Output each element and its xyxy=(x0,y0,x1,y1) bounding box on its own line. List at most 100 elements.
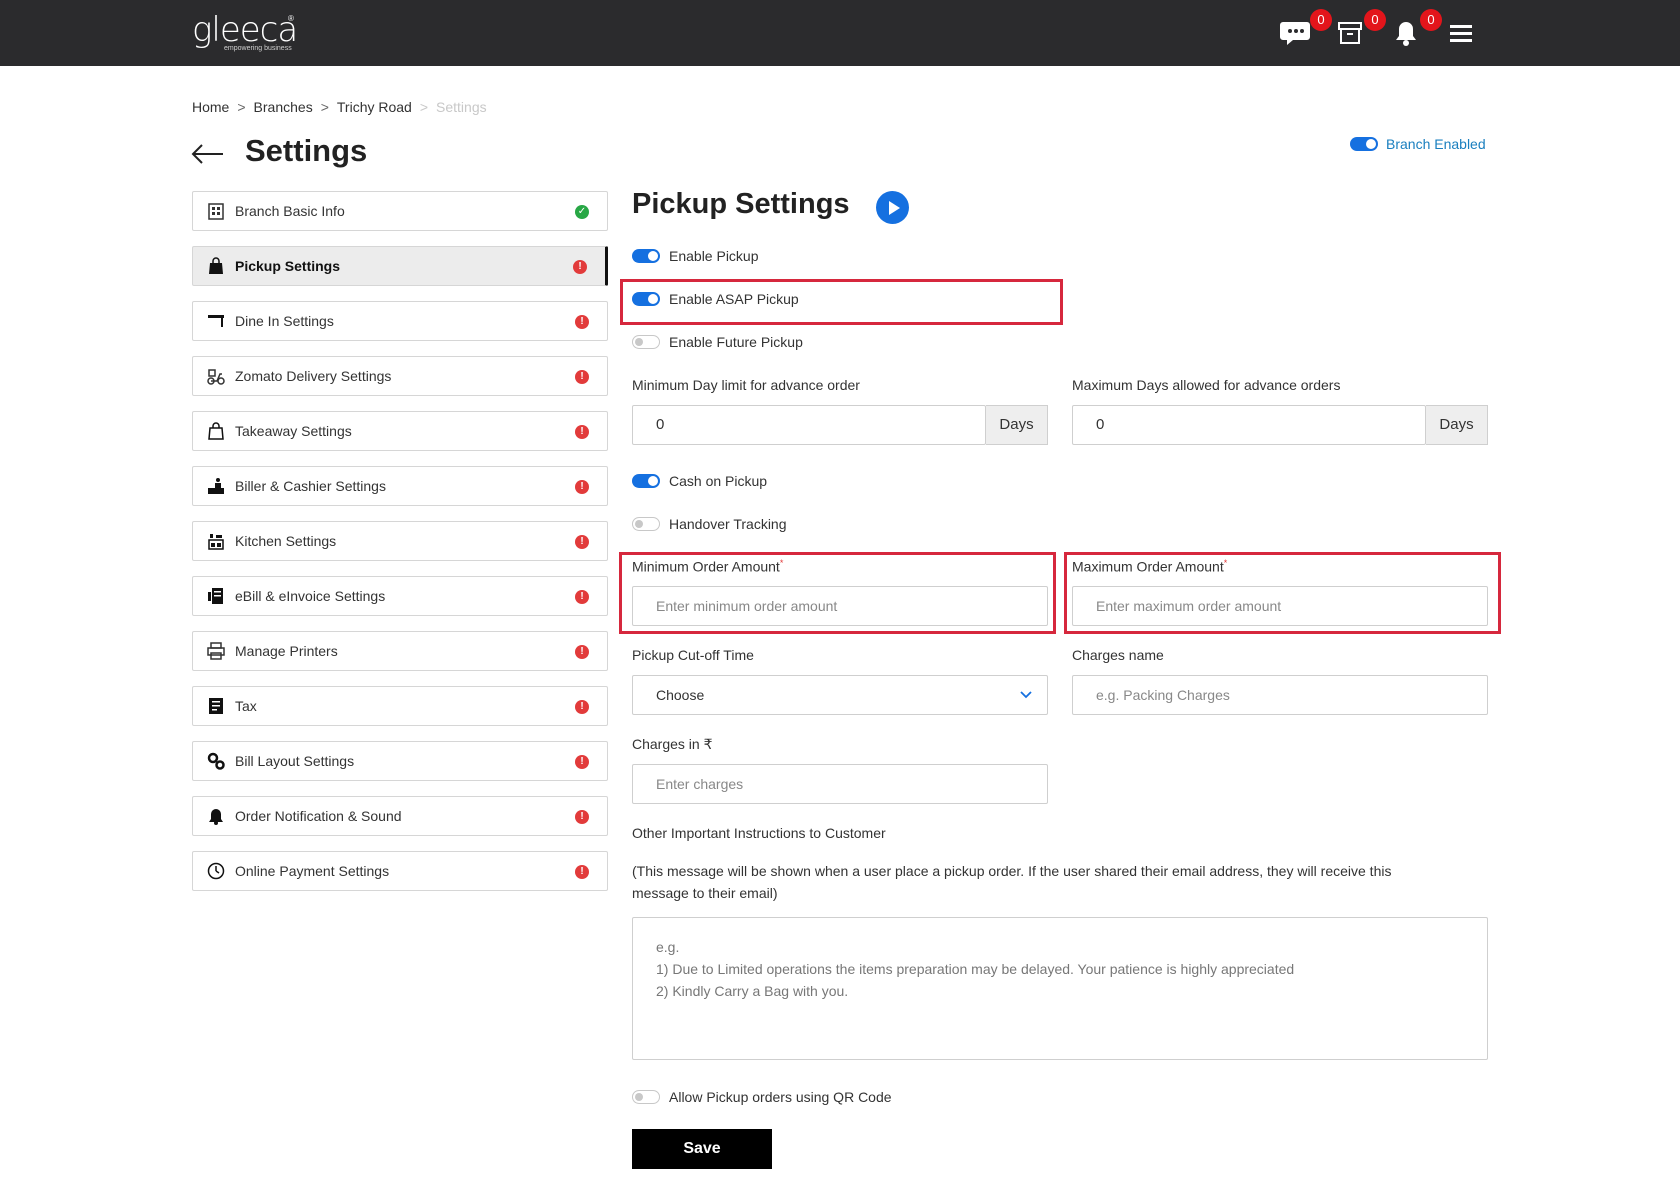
instructions-help-text: (This message will be shown when a user … xyxy=(632,863,1392,901)
gleeca-logo[interactable]: gleeca ® empowering business xyxy=(192,10,298,52)
max-days-label: Maximum Days allowed for advance orders xyxy=(1072,377,1341,393)
settings-sidebar: Branch Basic Info ✓ Pickup Settings ! Di… xyxy=(192,191,608,906)
min-order-label: Minimum Order Amount* xyxy=(632,558,783,575)
charges-name-input[interactable]: e.g. Packing Charges xyxy=(1072,675,1488,715)
breadcrumb-current: Settings xyxy=(436,99,487,115)
logo-text: gleeca xyxy=(192,10,298,50)
save-button[interactable]: Save xyxy=(632,1129,772,1169)
sidebar-item-biller-cashier-settings[interactable]: Biller & Cashier Settings ! xyxy=(192,466,608,506)
alarm-bell-icon xyxy=(207,807,225,825)
sidebar-item-label: Zomato Delivery Settings xyxy=(235,368,392,384)
charges-label: Charges in ₹ xyxy=(632,736,713,752)
printer-icon xyxy=(207,642,225,660)
back-arrow-icon[interactable] xyxy=(190,140,226,168)
status-warning-icon: ! xyxy=(575,810,589,824)
sidebar-item-takeaway-settings[interactable]: Takeaway Settings ! xyxy=(192,411,608,451)
sidebar-item-zomato-delivery-settings[interactable]: Zomato Delivery Settings ! xyxy=(192,356,608,396)
sidebar-item-order-notification-sound[interactable]: Order Notification & Sound ! xyxy=(192,796,608,836)
max-order-label: Maximum Order Amount* xyxy=(1072,558,1227,575)
instructions-textarea[interactable]: e.g. 1) Due to Limited operations the it… xyxy=(632,917,1488,1060)
branch-enabled-toggle[interactable]: Branch Enabled xyxy=(1350,136,1486,152)
sidebar-item-label: Tax xyxy=(235,698,257,714)
status-warning-icon: ! xyxy=(575,480,589,494)
charges-name-label: Charges name xyxy=(1072,647,1164,663)
cutoff-value: Choose xyxy=(656,687,705,703)
status-warning-icon: ! xyxy=(575,315,589,329)
bell-icon[interactable]: 0 xyxy=(1390,9,1442,48)
messages-badge: 0 xyxy=(1310,9,1332,31)
sidebar-item-tax[interactable]: Tax ! xyxy=(192,686,608,726)
logo-tagline: empowering business xyxy=(224,45,292,52)
sidebar-item-kitchen-settings[interactable]: Kitchen Settings ! xyxy=(192,521,608,561)
shopping-bag-icon xyxy=(207,257,225,275)
archive-icon[interactable]: 0 xyxy=(1334,9,1386,48)
kitchen-icon xyxy=(207,532,225,550)
placeholder-line: 1) Due to Limited operations the items p… xyxy=(656,961,1295,977)
min-order-input[interactable]: Enter minimum order amount xyxy=(632,586,1048,626)
gears-icon xyxy=(207,752,225,770)
toggle-label: Allow Pickup orders using QR Code xyxy=(669,1089,892,1105)
status-warning-icon: ! xyxy=(575,370,589,384)
breadcrumb-branch[interactable]: Trichy Road xyxy=(337,99,412,115)
breadcrumb-separator: > xyxy=(419,99,429,115)
building-icon xyxy=(207,202,225,220)
status-warning-icon: ! xyxy=(575,700,589,714)
enable-future-switch[interactable] xyxy=(632,335,660,349)
sidebar-item-bill-layout-settings[interactable]: Bill Layout Settings ! xyxy=(192,741,608,781)
play-video-button[interactable] xyxy=(876,191,909,224)
status-warning-icon: ! xyxy=(575,590,589,604)
enable-future-toggle-row[interactable]: Enable Future Pickup xyxy=(632,334,803,350)
status-warning-icon: ! xyxy=(575,645,589,659)
branch-enabled-label: Branch Enabled xyxy=(1386,136,1486,152)
handover-tracking-toggle-row[interactable]: Handover Tracking xyxy=(632,516,787,532)
enable-asap-switch[interactable] xyxy=(632,292,660,306)
sidebar-item-ebill-einvoice-settings[interactable]: eBill & eInvoice Settings ! xyxy=(192,576,608,616)
breadcrumb-branches[interactable]: Branches xyxy=(254,99,313,115)
sidebar-item-manage-printers[interactable]: Manage Printers ! xyxy=(192,631,608,671)
sidebar-item-label: Online Payment Settings xyxy=(235,863,390,879)
enable-pickup-toggle-row[interactable]: Enable Pickup xyxy=(632,248,759,264)
breadcrumb-separator: > xyxy=(320,99,329,115)
toggle-label: Cash on Pickup xyxy=(669,473,768,489)
sidebar-item-branch-basic-info[interactable]: Branch Basic Info ✓ xyxy=(192,191,608,231)
handover-tracking-switch[interactable] xyxy=(632,517,660,531)
toggle-label: Enable Pickup xyxy=(669,248,759,264)
sidebar-item-label: Bill Layout Settings xyxy=(235,753,355,769)
allow-qr-switch[interactable] xyxy=(632,1090,660,1104)
max-days-input[interactable]: 0 xyxy=(1072,405,1426,445)
branch-enabled-switch[interactable] xyxy=(1350,137,1378,151)
logo-registered-mark: ® xyxy=(288,14,294,23)
sidebar-item-label: Pickup Settings xyxy=(235,258,341,274)
sidebar-item-dine-in-settings[interactable]: Dine In Settings ! xyxy=(192,301,608,341)
sidebar-item-label: eBill & eInvoice Settings xyxy=(235,588,386,604)
breadcrumb-home[interactable]: Home xyxy=(192,99,229,115)
hamburger-menu-icon[interactable] xyxy=(1444,18,1478,48)
status-warning-icon: ! xyxy=(573,260,587,274)
messages-icon[interactable]: 0 xyxy=(1280,9,1332,48)
sidebar-item-label: Biller & Cashier Settings xyxy=(235,478,386,494)
charges-input[interactable]: Enter charges xyxy=(632,764,1048,804)
enable-asap-toggle-row[interactable]: Enable ASAP Pickup xyxy=(632,291,799,307)
cutoff-select[interactable]: Choose xyxy=(632,675,1048,715)
enable-pickup-switch[interactable] xyxy=(632,249,660,263)
sidebar-item-pickup-settings[interactable]: Pickup Settings ! xyxy=(192,246,608,286)
receipt-icon xyxy=(207,587,225,605)
max-days-unit: Days xyxy=(1426,405,1488,445)
cash-on-pickup-switch[interactable] xyxy=(632,474,660,488)
sidebar-item-label: Takeaway Settings xyxy=(235,423,352,439)
breadcrumb-separator: > xyxy=(237,99,246,115)
required-asterisk: * xyxy=(779,558,784,568)
sidebar-item-online-payment-settings[interactable]: Online Payment Settings ! xyxy=(192,851,608,891)
max-order-label-text: Maximum Order Amount xyxy=(1072,558,1224,575)
delivery-scooter-icon xyxy=(207,367,225,385)
chevron-down-icon xyxy=(1020,691,1032,699)
status-warning-icon: ! xyxy=(575,865,589,879)
max-order-input[interactable]: Enter maximum order amount xyxy=(1072,586,1488,626)
cash-on-pickup-toggle-row[interactable]: Cash on Pickup xyxy=(632,473,767,489)
sidebar-item-label: Branch Basic Info xyxy=(235,203,345,219)
min-day-input[interactable]: 0 xyxy=(632,405,986,445)
allow-qr-toggle-row[interactable]: Allow Pickup orders using QR Code xyxy=(632,1089,892,1105)
sidebar-item-label: Order Notification & Sound xyxy=(235,808,402,824)
archive-badge: 0 xyxy=(1364,9,1386,31)
instructions-label: Other Important Instructions to Customer xyxy=(632,825,886,841)
